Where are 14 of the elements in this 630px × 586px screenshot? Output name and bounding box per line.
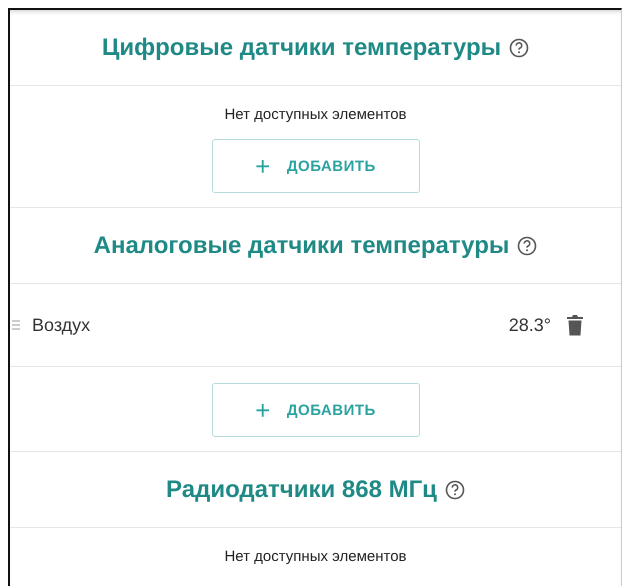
sensor-temperature: 28.3° (508, 314, 551, 336)
drag-handle-icon[interactable] (12, 320, 20, 330)
section-title: Цифровые датчики температуры (102, 34, 502, 62)
help-icon[interactable] (444, 480, 465, 500)
add-button[interactable]: + ДОБАВИТЬ (212, 383, 420, 437)
sensor-name: Воздух (32, 314, 92, 336)
trash-icon[interactable] (567, 314, 583, 336)
help-icon[interactable] (517, 236, 538, 256)
add-button[interactable]: + ДОБАВИТЬ (212, 139, 420, 193)
section-title: Радиодатчики 868 МГц (166, 476, 437, 504)
section-title: Аналоговые датчики температуры (94, 232, 510, 260)
help-icon[interactable] (509, 38, 530, 58)
empty-message: Нет доступных элементов (224, 106, 407, 123)
empty-message: Нет доступных элементов (224, 548, 407, 565)
